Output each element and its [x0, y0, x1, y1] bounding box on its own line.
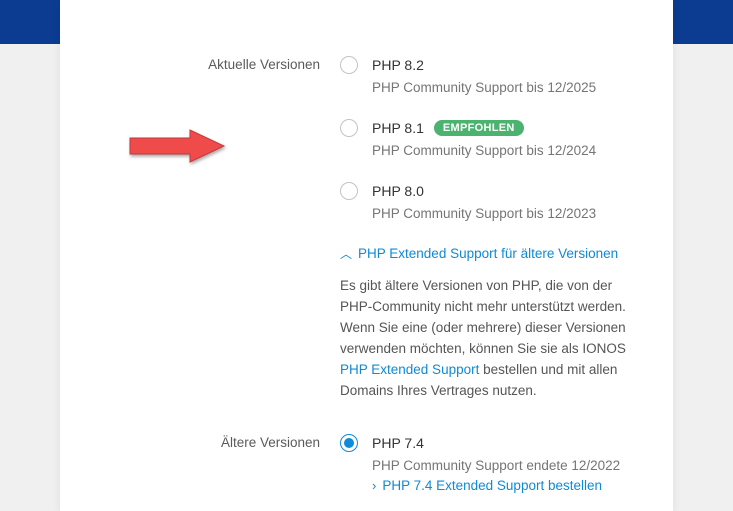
chevron-right-icon: › [372, 478, 376, 493]
radio-icon[interactable] [340, 56, 358, 74]
option-php81[interactable]: PHP 8.1 EMPFOHLEN [340, 119, 633, 137]
extended-support-info: Es gibt ältere Versionen von PHP, die vo… [340, 276, 633, 402]
extended-support-link[interactable]: PHP Extended Support [340, 362, 479, 377]
option-label: PHP 8.2 [372, 57, 424, 73]
older-versions-content: PHP 7.4 PHP Community Support endete 12/… [340, 434, 673, 495]
extended-support-toggle[interactable]: ︿ PHP Extended Support für ältere Versio… [340, 245, 618, 262]
option-sub: PHP Community Support bis 12/2024 [372, 143, 633, 158]
radio-icon[interactable] [340, 182, 358, 200]
settings-card: Aktuelle Versionen PHP 8.2 PHP Community… [60, 0, 673, 511]
current-versions-content: PHP 8.2 PHP Community Support bis 12/202… [340, 56, 673, 434]
info-text-1: Es gibt ältere Versionen von PHP, die vo… [340, 278, 626, 356]
radio-icon[interactable] [340, 119, 358, 137]
current-versions-row: Aktuelle Versionen PHP 8.2 PHP Community… [60, 56, 673, 434]
option-php74[interactable]: PHP 7.4 [340, 434, 633, 452]
option-sub: PHP Community Support bis 12/2025 [372, 80, 633, 95]
option-sub: PHP Community Support endete 12/2022 [372, 458, 633, 473]
older-versions-label: Ältere Versionen [60, 434, 340, 450]
option-label: PHP 8.0 [372, 183, 424, 199]
order-link-label: PHP 7.4 Extended Support bestellen [382, 478, 602, 493]
order-extended-support-link[interactable]: › PHP 7.4 Extended Support bestellen [372, 478, 602, 493]
option-php80[interactable]: PHP 8.0 [340, 182, 633, 200]
option-sub: PHP Community Support bis 12/2023 [372, 206, 633, 221]
current-versions-label: Aktuelle Versionen [60, 56, 340, 72]
older-versions-row: Ältere Versionen PHP 7.4 PHP Community S… [60, 434, 673, 495]
option-php82[interactable]: PHP 8.2 [340, 56, 633, 74]
radio-icon[interactable] [340, 434, 358, 452]
recommended-badge: EMPFOHLEN [434, 120, 524, 136]
expander-label: PHP Extended Support für ältere Versione… [358, 246, 618, 261]
option-label: PHP 8.1 [372, 120, 424, 136]
option-label: PHP 7.4 [372, 435, 424, 451]
chevron-up-icon: ︿ [340, 245, 352, 262]
